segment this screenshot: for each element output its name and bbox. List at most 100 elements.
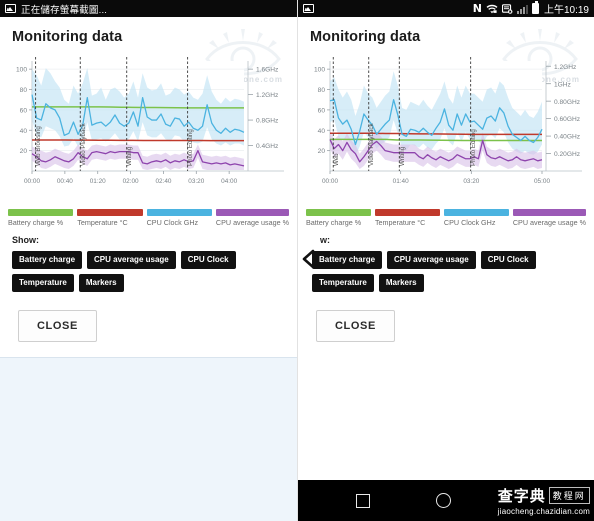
watermark-url-text: jiaocheng.chazidian.com bbox=[497, 507, 590, 516]
svg-text:80: 80 bbox=[318, 87, 326, 94]
svg-text:0.80GHz: 0.80GHz bbox=[554, 99, 580, 106]
left-toggle-button-row: Battery charge CPU average usage CPU Clo… bbox=[0, 245, 297, 292]
legend-label-temperature: Temperature °C bbox=[77, 218, 128, 227]
watermark-cn-text: 查字典 bbox=[497, 487, 546, 505]
legend-label-cpuusage: CPU average usage % bbox=[215, 218, 290, 227]
right-close-row: CLOSE bbox=[298, 292, 594, 342]
svg-text:Photo Editing: Photo Editing bbox=[470, 129, 477, 166]
right-chart[interactable]: 20 40 60 80 100 0.20GHz 0.40GHz 0.60GHz 0.80GHz 1… bbox=[304, 53, 588, 203]
screenshot-saving-text: 正在儲存螢幕截圖... bbox=[21, 4, 108, 16]
svg-text:Web: Web bbox=[333, 153, 340, 166]
toggle-temperature-button[interactable]: Temperature bbox=[12, 274, 74, 292]
svg-text:Web Browsing: Web Browsing bbox=[35, 126, 42, 166]
recents-square-icon[interactable] bbox=[356, 493, 370, 508]
svg-text:Writing: Writing bbox=[126, 146, 133, 166]
svg-text:00:00: 00:00 bbox=[24, 178, 40, 185]
left-chart[interactable]: 20 40 60 80 100 0.4GHz 0.8GHz 1.2GHz 1.6GHz 00:00… bbox=[6, 53, 291, 203]
svg-text:Photo Editing: Photo Editing bbox=[187, 129, 194, 166]
left-chart-svg: 20 40 60 80 100 0.4GHz 0.8GHz 1.2GHz 1.6GHz 00:00… bbox=[16, 57, 284, 185]
toggle-battery-charge-button[interactable]: Battery charge bbox=[312, 251, 383, 269]
toggle-cpu-clock-button[interactable]: CPU Clock bbox=[480, 251, 536, 269]
home-circle-icon[interactable] bbox=[436, 493, 451, 508]
site-watermark: 查字典 教程网 jiaocheng.chazidian.com bbox=[498, 485, 590, 516]
legend-item: Temperature °C bbox=[77, 209, 143, 227]
screenshot-root: 正在儲存螢幕截圖... Monitoring data vr-zone.com … bbox=[0, 0, 594, 521]
legend-item: CPU Clock GHz bbox=[146, 209, 212, 227]
toggle-cpu-average-usage-button[interactable]: CPU average usage bbox=[87, 251, 176, 269]
legend-label-battery: Battery charge % bbox=[8, 218, 64, 227]
show-label: w: bbox=[320, 235, 330, 245]
left-header: Monitoring data vr-zone.com bbox=[0, 17, 297, 84]
svg-text:01:20: 01:20 bbox=[90, 178, 106, 185]
svg-text:1.6GHz: 1.6GHz bbox=[256, 67, 278, 74]
toggle-temperature-button[interactable]: Temperature bbox=[312, 274, 374, 292]
toggle-battery-charge-button[interactable]: Battery charge bbox=[12, 251, 83, 269]
toggle-cpu-clock-button[interactable]: CPU Clock bbox=[180, 251, 236, 269]
legend-label-cpuclock: CPU Clock GHz bbox=[443, 218, 496, 227]
svg-text:80: 80 bbox=[20, 87, 28, 94]
svg-text:0.8GHz: 0.8GHz bbox=[256, 118, 278, 125]
right-chart-legend: Battery charge % Temperature °C CPU Cloc… bbox=[298, 203, 594, 227]
svg-text:100: 100 bbox=[314, 67, 325, 74]
svg-text:40: 40 bbox=[318, 128, 326, 135]
svg-text:03:20: 03:20 bbox=[463, 178, 479, 185]
svg-text:0.60GHz: 0.60GHz bbox=[554, 116, 580, 123]
svg-text:40: 40 bbox=[20, 128, 28, 135]
svg-text:01:40: 01:40 bbox=[393, 178, 409, 185]
sync-error-icon bbox=[501, 3, 513, 14]
svg-text:00:40: 00:40 bbox=[57, 178, 73, 185]
wifi-lock-icon bbox=[486, 4, 498, 14]
legend-swatch-cpuclock bbox=[443, 209, 509, 216]
left-empty-area bbox=[0, 357, 297, 521]
legend-swatch-battery bbox=[8, 209, 74, 216]
left-chart-legend: Battery charge % Temperature °C CPU Cloc… bbox=[0, 203, 297, 227]
legend-swatch-cpuclock bbox=[146, 209, 212, 216]
back-chevron-icon[interactable] bbox=[300, 248, 316, 270]
legend-swatch-battery bbox=[306, 209, 371, 216]
watermark-cn2-text: 教程网 bbox=[548, 487, 590, 504]
left-phone-panel: 正在儲存螢幕截圖... Monitoring data vr-zone.com … bbox=[0, 0, 297, 521]
legend-item: CPU average usage % bbox=[512, 209, 586, 227]
svg-text:Video Playback: Video Playback bbox=[80, 123, 87, 166]
legend-label-temperature: Temperature °C bbox=[374, 218, 426, 227]
svg-text:0.40GHz: 0.40GHz bbox=[554, 134, 580, 141]
toggle-cpu-average-usage-button[interactable]: CPU average usage bbox=[387, 251, 476, 269]
legend-item: Battery charge % bbox=[8, 209, 74, 227]
svg-text:Writing: Writing bbox=[399, 146, 406, 166]
signal-icon bbox=[516, 4, 528, 14]
right-phone-panel: N 上午10:19 Monitoring data vr-zone.com 20… bbox=[297, 0, 594, 521]
legend-item: CPU Clock GHz bbox=[443, 209, 509, 227]
right-header: Monitoring data vr-zone.com bbox=[298, 17, 594, 84]
svg-text:00:00: 00:00 bbox=[322, 178, 338, 185]
left-phone-frame: 正在儲存螢幕截圖... Monitoring data vr-zone.com … bbox=[0, 0, 297, 521]
legend-item: CPU average usage % bbox=[215, 209, 290, 227]
svg-text:Video Playback: Video Playback bbox=[368, 123, 375, 166]
close-button[interactable]: CLOSE bbox=[316, 310, 395, 342]
svg-text:02:40: 02:40 bbox=[155, 178, 171, 185]
legend-label-cpuclock: CPU Clock GHz bbox=[146, 218, 199, 227]
svg-text:60: 60 bbox=[20, 107, 28, 114]
svg-text:100: 100 bbox=[16, 67, 27, 74]
svg-text:60: 60 bbox=[318, 107, 326, 114]
show-label: Show: bbox=[12, 235, 39, 245]
svg-text:05:00: 05:00 bbox=[534, 178, 550, 185]
toggle-markers-button[interactable]: Markers bbox=[378, 274, 424, 292]
legend-label-cpuusage: CPU average usage % bbox=[512, 218, 586, 227]
legend-swatch-temperature bbox=[77, 209, 143, 216]
svg-text:03:20: 03:20 bbox=[188, 178, 204, 185]
close-button[interactable]: CLOSE bbox=[18, 310, 97, 342]
right-chart-svg: 20 40 60 80 100 0.20GHz 0.40GHz 0.60GHz 0.80GHz 1… bbox=[314, 57, 582, 185]
page-title: Monitoring data bbox=[310, 29, 421, 45]
left-close-row: CLOSE bbox=[0, 292, 297, 342]
page-title: Monitoring data bbox=[12, 29, 123, 45]
toggle-markers-button[interactable]: Markers bbox=[78, 274, 124, 292]
legend-label-battery: Battery charge % bbox=[306, 218, 362, 227]
right-phone-frame: N 上午10:19 Monitoring data vr-zone.com 20… bbox=[297, 0, 594, 521]
svg-text:1GHz: 1GHz bbox=[554, 81, 571, 88]
right-toggle-button-row: Battery charge CPU average usage CPU Clo… bbox=[298, 245, 594, 292]
right-status-bar: N 上午10:19 bbox=[298, 0, 594, 17]
right-app-body: Monitoring data vr-zone.com 20 40 60 80 … bbox=[298, 17, 594, 480]
nfc-icon: N bbox=[472, 2, 482, 15]
status-bar-clock: 上午10:19 bbox=[543, 5, 589, 16]
legend-item: Temperature °C bbox=[374, 209, 440, 227]
